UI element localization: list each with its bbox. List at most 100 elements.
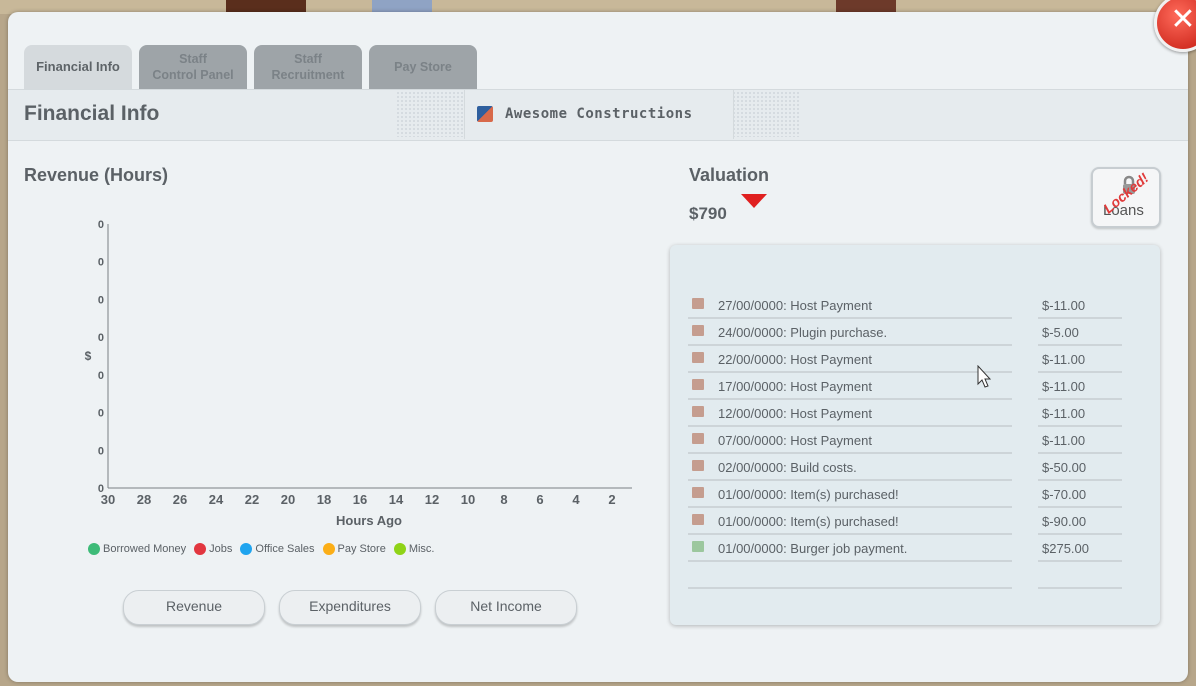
legend-label: Office Sales [255, 543, 315, 555]
revenue-chart-svg: 30 28 26 24 22 20 18 16 14 12 10 8 6 4 200000000$Hours… [85, 219, 632, 528]
transaction-description: 17/00/0000: Host Payment [718, 379, 872, 394]
x-axis-label: Hours Ago [336, 513, 402, 528]
revenue-button[interactable]: Revenue [123, 590, 265, 625]
legend-dot-icon [88, 543, 100, 555]
mouse-cursor-icon [977, 365, 991, 388]
transaction-amount: $-11.00 [1042, 379, 1086, 394]
company-banner: Awesome Constructions [464, 89, 734, 139]
x-tick-label: 16 [353, 492, 367, 507]
expense-icon [692, 298, 704, 309]
valuation-title: Valuation [689, 165, 770, 185]
expense-icon [692, 460, 704, 471]
x-tick-label: 18 [317, 492, 331, 507]
expense-icon [692, 379, 704, 390]
transaction-description: 01/00/0000: Burger job payment. [718, 541, 908, 556]
expense-icon [692, 352, 704, 363]
expense-icon [692, 325, 704, 336]
transaction-row: 17/00/0000: Host Payment $-11.00 [688, 373, 1148, 400]
net-income-button[interactable]: Net Income [435, 590, 577, 625]
transaction-amount: $-90.00 [1042, 514, 1087, 529]
y-tick-label: 0 [98, 370, 104, 382]
pixel-decoration [732, 91, 800, 137]
tab-label: Staff Recruitment [271, 52, 345, 82]
pixel-decoration [396, 91, 464, 137]
y-tick-label: 0 [98, 219, 104, 231]
transaction-amount: $-11.00 [1042, 352, 1086, 367]
transaction-row: 07/00/0000: Host Payment $-11.00 [688, 427, 1148, 454]
chart-legend: Borrowed Money Jobs Office Sales Pay Store M… [88, 543, 435, 555]
transaction-row: 22/00/0000: Host Payment $-11.00 [688, 346, 1148, 373]
legend-item: Jobs [194, 543, 232, 555]
tab-staff-recruitment[interactable]: Staff Recruitment [254, 45, 362, 89]
income-icon [692, 541, 704, 552]
x-tick-label: 22 [245, 492, 259, 507]
legend-label: Misc. [408, 543, 435, 555]
x-tick-label: 10 [461, 492, 475, 507]
loans-button[interactable]: Loans Locked! [1091, 167, 1161, 228]
transaction-description: 07/00/0000: Host Payment [718, 433, 872, 448]
transaction-row: 24/00/0000: Plugin purchase. $-5.00 [688, 319, 1148, 346]
legend-item: Misc. [393, 543, 435, 555]
tab-label: Pay Store [394, 60, 452, 74]
x-tick-label: 6 [536, 492, 543, 507]
transaction-amount: $-50.00 [1042, 460, 1087, 475]
transaction-description: 12/00/0000: Host Payment [718, 406, 872, 421]
legend-label: Pay Store [337, 543, 386, 555]
y-axis-label: $ [85, 349, 92, 363]
transaction-amount: $-5.00 [1042, 325, 1079, 340]
tab-staff-control-panel[interactable]: Staff Control Panel [139, 45, 247, 89]
transaction-amount: $275.00 [1042, 541, 1089, 556]
valuation-value: $790 [689, 204, 727, 223]
trend-down-icon [741, 194, 767, 208]
y-tick-label: 0 [98, 483, 104, 495]
x-tick-label: 26 [173, 492, 187, 507]
tab-label: Staff Control Panel [152, 52, 234, 82]
transaction-amount: $-11.00 [1042, 406, 1086, 421]
transaction-description: 01/00/0000: Item(s) purchased! [718, 487, 899, 502]
x-tick-label: 20 [281, 492, 295, 507]
company-logo-icon [477, 106, 493, 122]
x-tick-label: 28 [137, 492, 151, 507]
row-divider [688, 587, 1012, 589]
transaction-amount: $-11.00 [1042, 298, 1086, 313]
transactions-panel: 27/00/0000: Host Payment $-11.00 24/00/000… [670, 245, 1160, 625]
close-icon: ✕ [1170, 2, 1196, 37]
x-tick-label: 14 [389, 492, 404, 507]
expense-icon [692, 406, 704, 417]
transaction-row: 01/00/0000: Item(s) purchased! $-70.00 [688, 481, 1148, 508]
transaction-description: 27/00/0000: Host Payment [718, 298, 872, 313]
expense-icon [692, 514, 704, 525]
y-tick-label: 0 [98, 332, 104, 344]
transaction-description: 24/00/0000: Plugin purchase. [718, 325, 888, 340]
transaction-row: 27/00/0000: Host Payment $-11.00 [688, 292, 1148, 319]
y-tick-label: 0 [98, 257, 104, 269]
transaction-description: 01/00/0000: Item(s) purchased! [718, 514, 899, 529]
tab-pay-store[interactable]: Pay Store [369, 45, 477, 89]
legend-label: Borrowed Money [103, 543, 187, 555]
y-tick-label: 0 [98, 408, 104, 420]
transaction-description: 02/00/0000: Build costs. [718, 460, 857, 475]
company-name: Awesome Constructions [505, 106, 693, 122]
legend-dot-icon [194, 543, 207, 555]
transaction-amount: $-11.00 [1042, 433, 1086, 448]
tab-financial-info[interactable]: Financial Info [24, 45, 132, 89]
expenditures-button[interactable]: Expenditures [279, 590, 421, 625]
x-tick-label: 2 [608, 492, 615, 507]
x-tick-label: 12 [425, 492, 439, 507]
y-tick-label: 0 [98, 445, 104, 457]
legend-item: Office Sales [240, 543, 315, 555]
expense-icon [692, 487, 704, 498]
page-title: Financial Info [24, 102, 160, 125]
transaction-row: 01/00/0000: Burger job payment. $275.00 [688, 535, 1148, 562]
game-background-tile [372, 0, 432, 12]
transaction-amount: $-70.00 [1042, 487, 1087, 502]
legend-dot-icon [240, 543, 253, 555]
legend-item: Borrowed Money [88, 543, 186, 555]
tab-label: Financial Info [36, 59, 120, 74]
transaction-description: 22/00/0000: Host Payment [718, 352, 872, 367]
y-tick-label: 0 [98, 294, 104, 306]
revenue-title: Revenue (Hours) [24, 165, 169, 185]
transaction-row: 12/00/0000: Host Payment $-11.00 [688, 400, 1148, 427]
legend-dot-icon [322, 543, 335, 555]
transaction-row: 02/00/0000: Build costs. $-50.00 [688, 454, 1148, 481]
